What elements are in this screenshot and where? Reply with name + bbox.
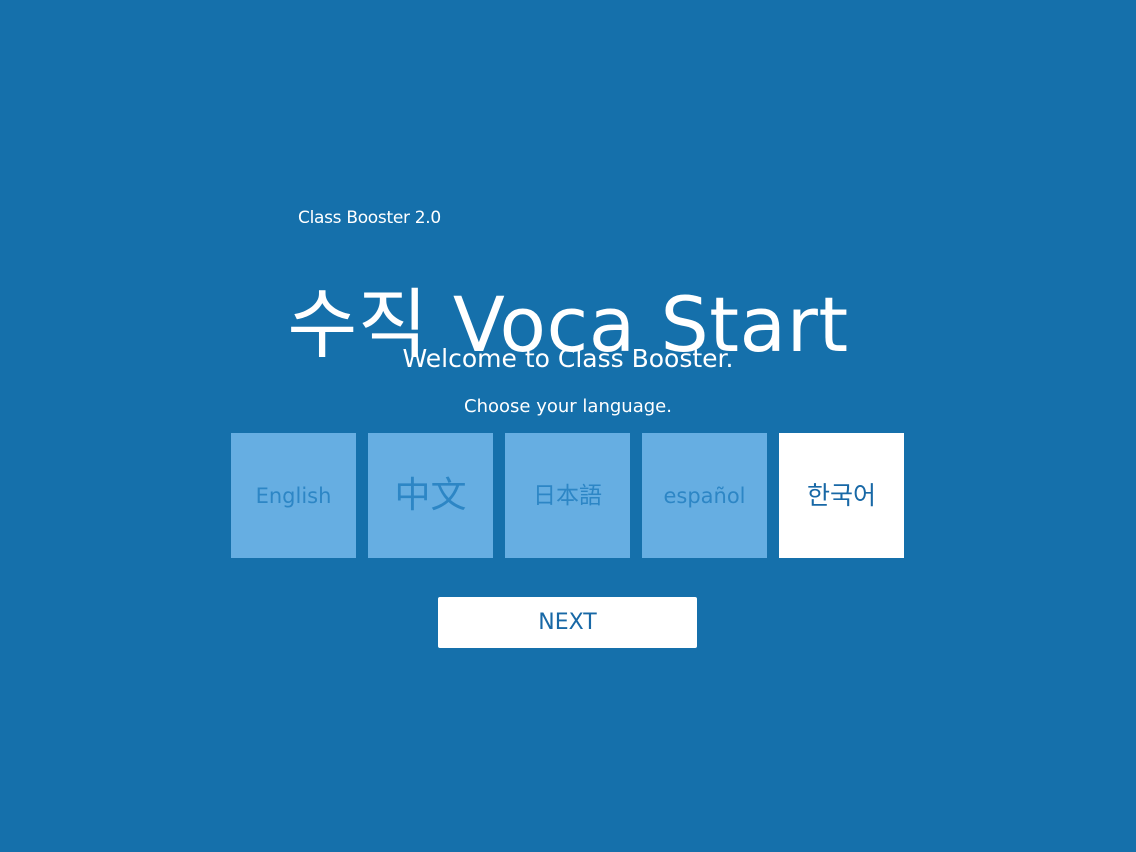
language-option-spanish[interactable]: español xyxy=(642,433,767,558)
language-option-label: 한국어 xyxy=(806,480,876,510)
language-option-korean[interactable]: 한국어 xyxy=(779,433,904,558)
language-option-label: español xyxy=(663,483,746,508)
language-option-japanese[interactable]: 日本語 xyxy=(505,433,630,558)
language-option-english[interactable]: English xyxy=(231,433,356,558)
language-option-chinese[interactable]: 中文 xyxy=(368,433,493,558)
app-version-label: Class Booster 2.0 xyxy=(298,208,441,228)
next-button[interactable]: NEXT xyxy=(438,597,697,648)
language-option-label: English xyxy=(255,483,332,508)
language-option-label: 中文 xyxy=(394,474,467,516)
welcome-text: Welcome to Class Booster. xyxy=(402,344,734,373)
language-options: English 中文 日本語 español 한국어 xyxy=(231,433,904,558)
choose-language-text: Choose your language. xyxy=(464,396,672,417)
language-option-label: 日本語 xyxy=(533,482,602,509)
